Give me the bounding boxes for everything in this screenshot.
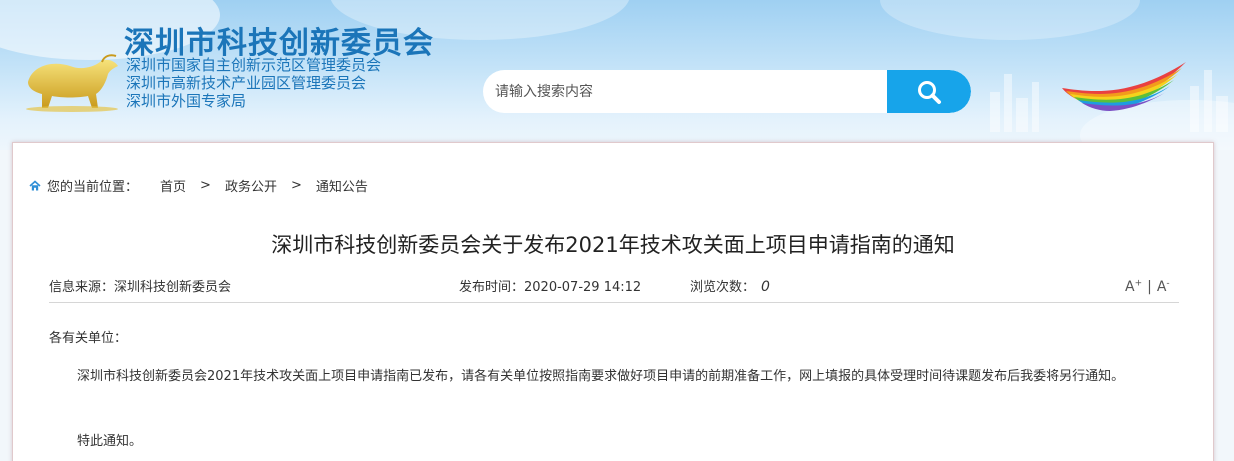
skyline-decoration: [990, 92, 1000, 132]
breadcrumb-item-government-affairs[interactable]: 政务公开: [225, 176, 277, 195]
search-icon: [918, 81, 941, 104]
search-input[interactable]: [483, 70, 883, 113]
source-label: 信息来源：: [49, 280, 115, 295]
site-header: 深圳市科技创新委员会 深圳市国家自主创新示范区管理委员会 深圳市高新技术产业园区…: [0, 0, 1234, 150]
article-card: 您的当前位置： 首页 > 政务公开 > 通知公告 深圳市科技创新委员会关于发布2…: [12, 142, 1214, 461]
breadcrumb-separator: >: [200, 178, 211, 193]
home-icon: [29, 179, 41, 190]
breadcrumb-item-home[interactable]: 首页: [160, 176, 186, 195]
skyline-decoration: [1190, 86, 1199, 132]
org-subtitle: 深圳市外国专家局: [126, 92, 247, 110]
date-value: 2020-07-29 14:12: [524, 280, 642, 295]
font-size-control: A+ | A-: [1125, 278, 1170, 295]
skyline-decoration: [1004, 74, 1012, 132]
cloud-decoration: [880, 0, 1140, 40]
org-subtitle: 深圳市高新技术产业园区管理委员会: [126, 74, 367, 92]
breadcrumb-label: 您的当前位置：: [47, 180, 139, 195]
article-salutation: 各有关单位：: [49, 331, 128, 346]
bull-logo-icon: [26, 54, 118, 112]
skyline-decoration: [1016, 98, 1028, 132]
skyline-decoration: [1216, 96, 1228, 132]
article-views: 浏览次数： 0: [690, 276, 770, 295]
breadcrumb-item-notices[interactable]: 通知公告: [316, 176, 368, 195]
font-increase-button[interactable]: A+: [1125, 278, 1142, 295]
org-subtitle: 深圳市国家自主创新示范区管理委员会: [126, 56, 382, 74]
search-button[interactable]: [887, 70, 971, 113]
views-label: 浏览次数：: [690, 280, 756, 295]
views-count: 0: [761, 279, 770, 295]
skyline-decoration: [1032, 82, 1039, 132]
search-bar: [483, 70, 971, 113]
breadcrumb-separator: >: [290, 178, 302, 193]
rainbow-logo-icon: [1062, 62, 1186, 111]
article-source: 信息来源：深圳科技创新委员会: [49, 276, 231, 295]
font-size-separator: |: [1147, 278, 1152, 295]
article-date: 发布时间：2020-07-29 14:12: [459, 276, 641, 295]
article-closing: 特此通知。: [77, 434, 143, 449]
meta-divider: [49, 302, 1179, 303]
article-title: 深圳市科技创新委员会关于发布2021年技术攻关面上项目申请指南的通知: [271, 233, 955, 257]
date-label: 发布时间：: [459, 280, 525, 295]
font-decrease-button[interactable]: A-: [1157, 278, 1170, 295]
skyline-decoration: [1204, 70, 1212, 132]
breadcrumb: 您的当前位置： 首页 > 政务公开 > 通知公告: [29, 176, 368, 195]
page: 深圳市科技创新委员会 深圳市国家自主创新示范区管理委员会 深圳市高新技术产业园区…: [0, 0, 1234, 461]
article-body-paragraph: 深圳市科技创新委员会2021年技术攻关面上项目申请指南已发布，请各有关单位按照指…: [77, 369, 1125, 384]
source-value: 深圳科技创新委员会: [114, 280, 232, 295]
